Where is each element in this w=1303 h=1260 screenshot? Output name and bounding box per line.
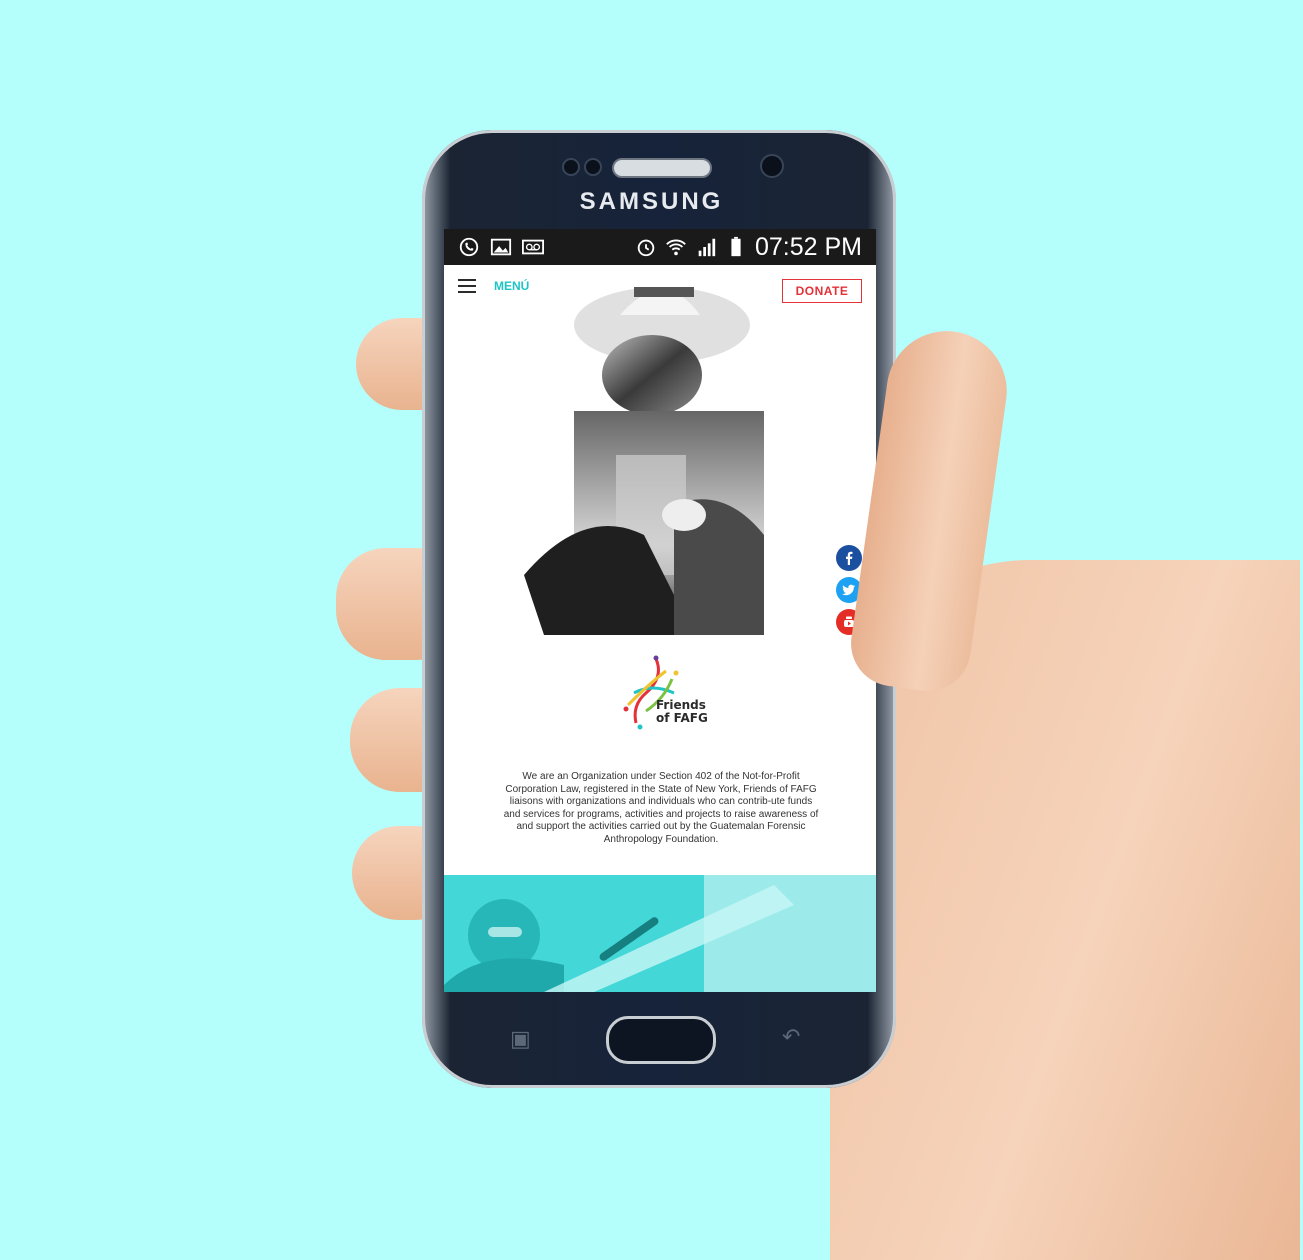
hero-collage-image: [524, 287, 764, 635]
status-left-icons: [458, 236, 544, 258]
hamburger-menu-icon[interactable]: [458, 279, 476, 293]
front-camera: [760, 154, 784, 178]
wifi-icon: [666, 239, 686, 256]
status-time: 07:52 PM: [754, 232, 862, 261]
logo-text: Friends of FAFG: [656, 699, 708, 725]
recent-apps-key-icon[interactable]: ▣: [510, 1026, 531, 1052]
phone-screen: 07:52 PM MENÚ DONATE Friends of FAFG We …: [444, 229, 876, 992]
voicemail-icon: [522, 239, 544, 255]
lab-image-banner: [444, 875, 876, 992]
facebook-icon[interactable]: [836, 545, 862, 571]
proximity-sensor: [562, 158, 580, 176]
donate-button[interactable]: DONATE: [782, 279, 862, 303]
status-right-icons: 07:52 PM: [635, 233, 862, 262]
about-paragraph: We are an Organization under Section 402…: [503, 771, 819, 845]
earpiece-speaker: [612, 158, 712, 178]
home-button[interactable]: [606, 1016, 716, 1064]
battery-icon: [731, 236, 741, 257]
device-brand: SAMSUNG: [579, 188, 724, 215]
status-bar: 07:52 PM: [444, 229, 876, 265]
gallery-icon: [490, 238, 512, 256]
alarm-icon: [637, 239, 655, 257]
signal-icon: [698, 238, 716, 257]
back-key-icon[interactable]: ↶: [782, 1024, 800, 1050]
logo-text-line-2: of FAFG: [656, 711, 708, 725]
whatsapp-icon: [459, 237, 479, 257]
light-sensor: [584, 158, 602, 176]
